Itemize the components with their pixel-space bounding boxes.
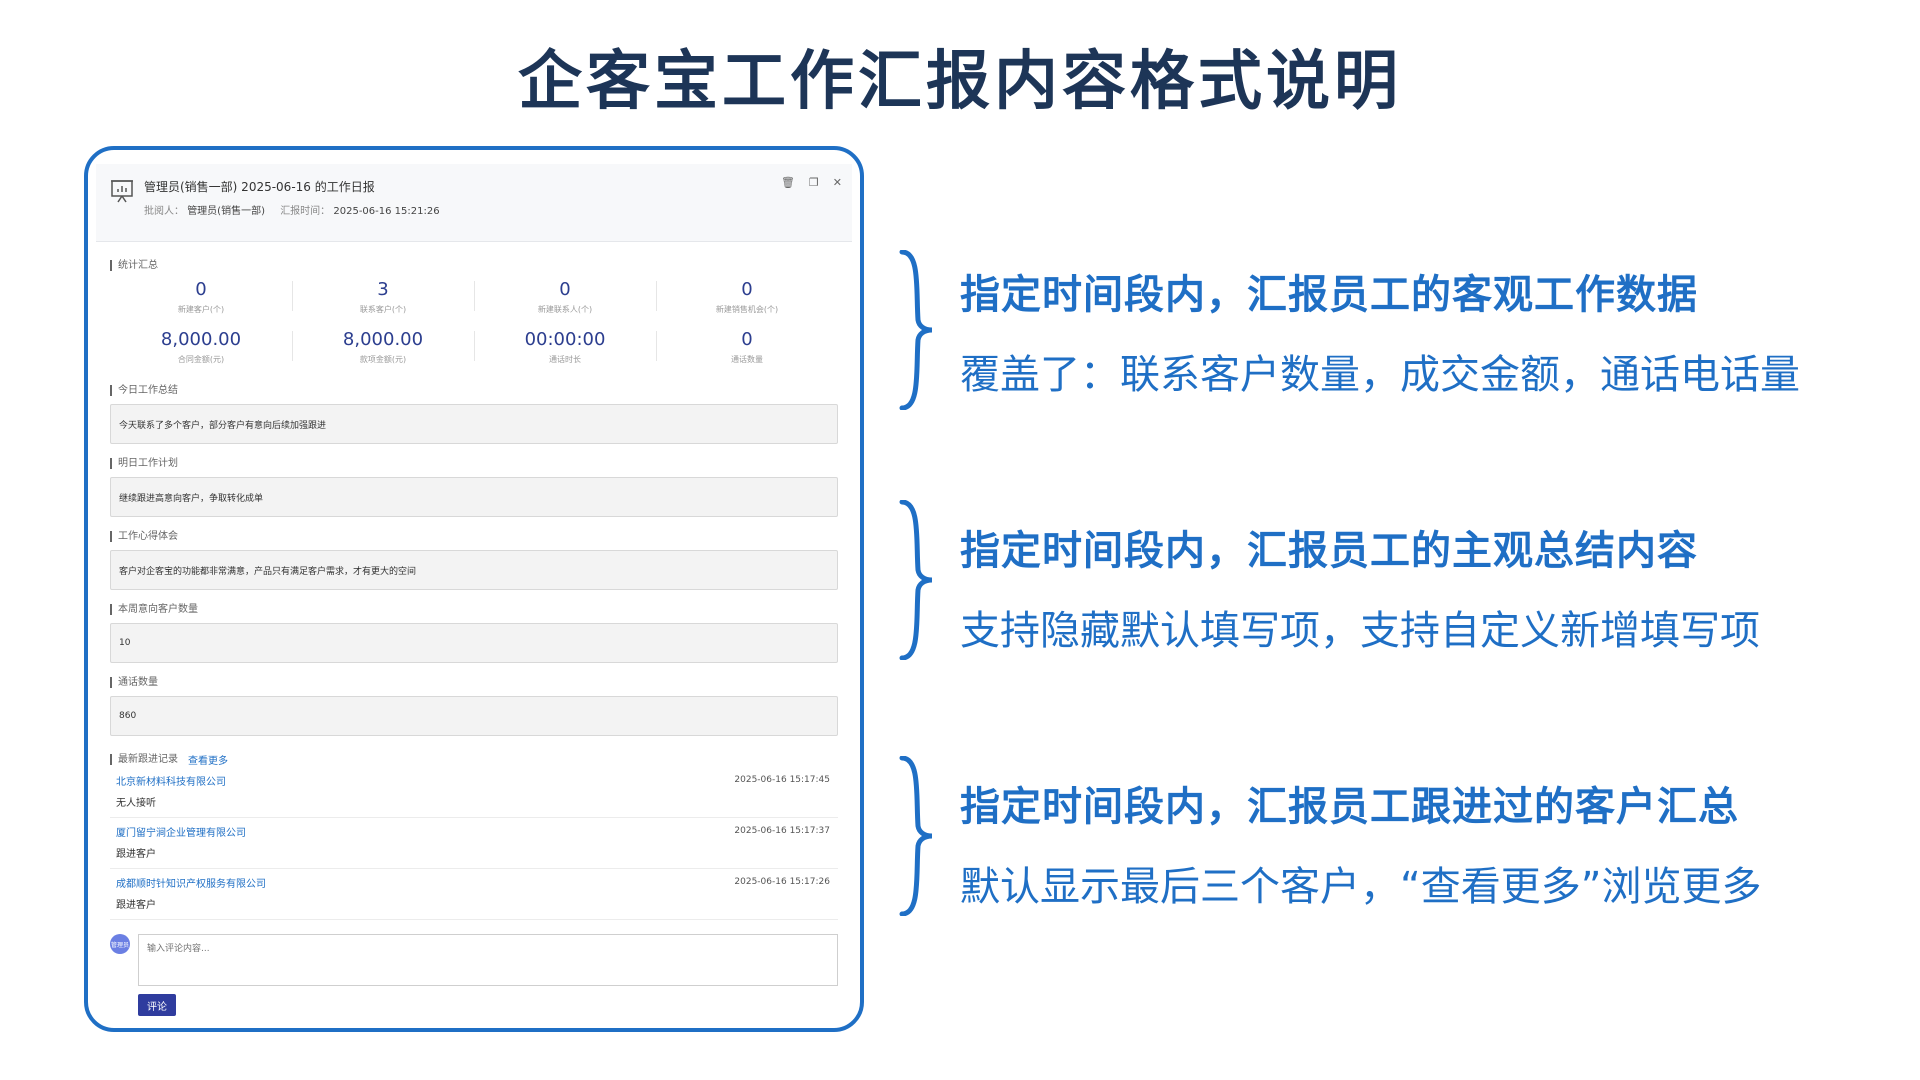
brace-icon [899,500,933,660]
dialog-title: 管理员(销售一部) 2025-06-16 的工作日报 [144,180,375,194]
follow-item: 成都顺时针知识产权服务有限公司 跟进客户 2025-06-16 15:17:26 [110,869,838,920]
report-time-label: 汇报时间： [280,206,331,217]
stat-label: 联系客户(个) [359,305,407,314]
follow-label: 最新跟进记录 [110,754,178,765]
stat-new-opportunities: 0 新建销售机会(个) [656,271,838,321]
page-title: 企客宝工作汇报内容格式说明 [518,45,1402,119]
stat-new-customers: 0 新建客户(个) [110,271,292,321]
stat-new-contacts: 0 新建联系人(个) [474,271,656,321]
stat-value: 0 [195,279,207,300]
brace-icon [899,756,933,916]
comment-area: 管理员 评论 [110,934,838,1016]
callout-description: 支持隐藏默认填写项，支持自定义新增填写项 [960,608,1760,654]
reviewer-label: 批阅人： [144,206,184,217]
report-dialog-frame: 管理员(销售一部) 2025-06-16 的工作日报 批阅人： 管理员(销售一部… [84,146,864,1032]
follow-header: 最新跟进记录 查看更多 [96,752,852,767]
stats-label: 统计汇总 [110,260,852,271]
field-today-summary: 今日工作总结 今天联系了多个客户，部分客户有意向后续加强跟进 [96,385,852,444]
follow-customer-link[interactable]: 北京新材料科技有限公司 [116,773,832,788]
follow-time: 2025-06-16 15:17:37 [734,826,830,836]
callout-heading: 指定时间段内，汇报员工的主观总结内容 [960,528,1698,574]
follow-customer-link[interactable]: 成都顺时针知识产权服务有限公司 [116,875,832,890]
dialog-meta: 批阅人： 管理员(销售一部) 汇报时间： 2025-06-16 15:21:26 [144,202,452,217]
dialog-actions: 🗑 ❐ ✕ [781,176,842,189]
callout-description: 默认显示最后三个客户，“查看更多”浏览更多 [960,864,1762,910]
stat-value: 0 [559,279,571,300]
stats-section: 统计汇总 0 新建客户(个) 3 联系客户(个) 0 新建联系人(个) 0 新建销售机会… [96,260,852,371]
field-experience: 工作心得体会 客户对企客宝的功能都非常满意，产品只有满足客户需求，才有更大的空间 [96,531,852,590]
field-value: 继续跟进高意向客户，争取转化成单 [110,477,838,517]
brace-icon [899,250,933,410]
reviewer-value: 管理员(销售一部) [187,206,265,217]
follow-time: 2025-06-16 15:17:45 [734,775,830,785]
callout-description: 覆盖了：联系客户数量，成交金额，通话电话量 [960,352,1800,398]
stat-value: 00:00:00 [524,329,606,350]
follow-time: 2025-06-16 15:17:26 [734,877,830,887]
stat-contract-amount: 8,000.00 合同金额(元) [110,321,292,371]
field-label: 今日工作总结 [110,385,852,396]
stat-label: 通话时长 [549,355,581,364]
callout-heading: 指定时间段内，汇报员工的客观工作数据 [960,272,1698,318]
view-more-link[interactable]: 查看更多 [188,752,228,767]
comment-input[interactable] [138,934,838,986]
trash-icon[interactable]: 🗑 [781,176,795,189]
field-label: 明日工作计划 [110,458,852,469]
follow-status: 跟进客户 [116,849,156,860]
field-value: 客户对企客宝的功能都非常满意，产品只有满足客户需求，才有更大的空间 [110,550,838,590]
field-label: 通话数量 [110,677,852,688]
follow-item: 北京新材料科技有限公司 无人接听 2025-06-16 15:17:45 [110,767,838,818]
stats-grid: 0 新建客户(个) 3 联系客户(个) 0 新建联系人(个) 0 新建销售机会(个) 8… [110,271,838,371]
stat-call-duration: 00:00:00 通话时长 [474,321,656,371]
field-value: 860 [110,696,838,736]
follow-item: 厦门留宁涧企业管理有限公司 跟进客户 2025-06-16 15:17:37 [110,818,838,869]
stat-call-count: 0 通话数量 [656,321,838,371]
stat-value: 0 [741,279,753,300]
field-weekly-intent-customers: 本周意向客户数量 10 [96,604,852,663]
field-call-count: 通话数量 860 [96,677,852,736]
field-value: 今天联系了多个客户，部分客户有意向后续加强跟进 [110,404,838,444]
stat-label: 新建销售机会(个) [715,305,779,314]
field-tomorrow-plan: 明日工作计划 继续跟进高意向客户，争取转化成单 [96,458,852,517]
stat-label: 款项金额(元) [359,355,407,364]
comment-button[interactable]: 评论 [138,994,176,1016]
stat-value: 3 [377,279,389,300]
stat-contacted-customers: 3 联系客户(个) [292,271,474,321]
field-label: 工作心得体会 [110,531,852,542]
stat-label: 新建客户(个) [177,305,225,314]
field-value: 10 [110,623,838,663]
callout-subjective-summary: 指定时间段内，汇报员工的主观总结内容 支持隐藏默认填写项，支持自定义新增填写项 [960,518,1760,656]
callout-followed-customers: 指定时间段内，汇报员工跟进过的客户汇总 默认显示最后三个客户，“查看更多”浏览更… [960,774,1761,912]
avatar: 管理员 [110,934,130,954]
stat-value: 8,000.00 [342,329,424,350]
stat-value: 8,000.00 [160,329,242,350]
copy-icon[interactable]: ❐ [809,176,819,189]
follow-status: 无人接听 [116,798,156,809]
stat-payment-amount: 8,000.00 款项金额(元) [292,321,474,371]
callout-heading: 指定时间段内，汇报员工跟进过的客户汇总 [960,784,1739,830]
stat-label: 通话数量 [731,355,763,364]
callout-objective-data: 指定时间段内，汇报员工的客观工作数据 覆盖了：联系客户数量，成交金额，通话电话量 [960,262,1800,400]
stat-value: 0 [741,329,753,350]
report-dialog: 管理员(销售一部) 2025-06-16 的工作日报 批阅人： 管理员(销售一部… [96,164,852,1020]
follow-status: 跟进客户 [116,900,156,911]
stat-label: 合同金额(元) [177,355,225,364]
dialog-header: 管理员(销售一部) 2025-06-16 的工作日报 批阅人： 管理员(销售一部… [96,164,852,242]
close-icon[interactable]: ✕ [833,176,842,189]
chart-board-icon [111,180,133,203]
field-label: 本周意向客户数量 [110,604,852,615]
follow-customer-link[interactable]: 厦门留宁涧企业管理有限公司 [116,824,832,839]
report-time-value: 2025-06-16 15:21:26 [333,206,440,217]
stat-label: 新建联系人(个) [537,305,593,314]
